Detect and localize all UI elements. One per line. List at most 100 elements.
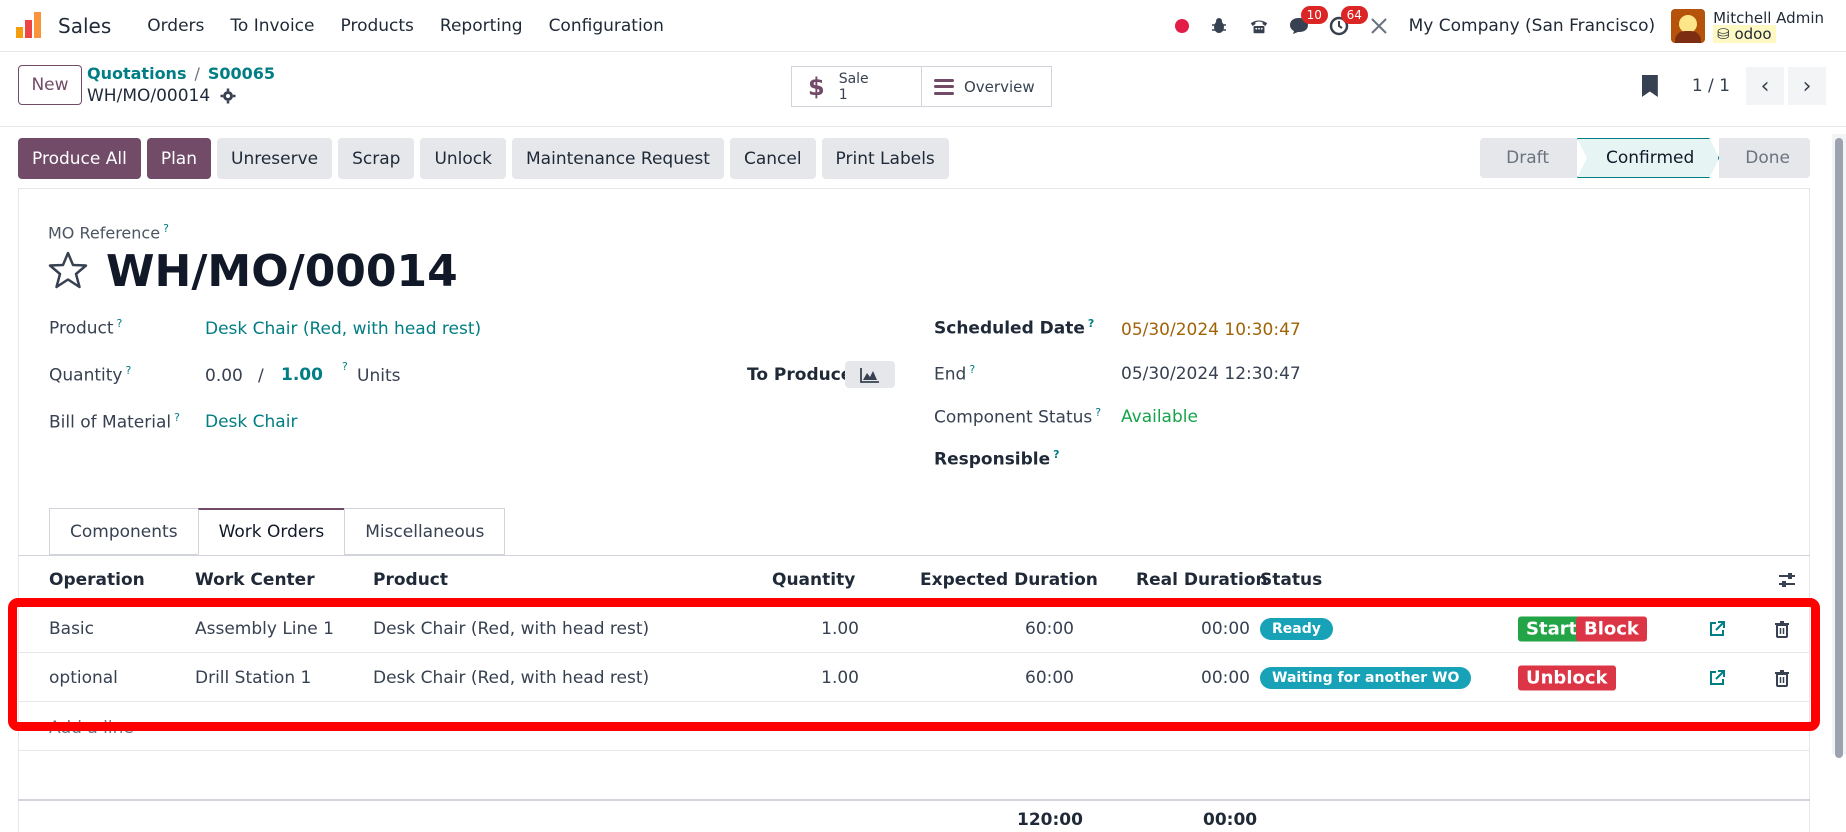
- star-icon[interactable]: [48, 250, 88, 290]
- bom-label: Bill of Material?: [49, 411, 180, 433]
- breadcrumb-order[interactable]: S00065: [208, 64, 275, 83]
- table-row[interactable]: optional Drill Station 1 Desk Chair (Red…: [18, 654, 1810, 702]
- bug-icon[interactable]: [1209, 16, 1229, 36]
- product-label: Product?: [49, 317, 123, 339]
- stage-confirmed[interactable]: Confirmed: [1577, 138, 1720, 178]
- stage-draft[interactable]: Draft: [1480, 138, 1577, 178]
- row-expected-duration: 60:00: [1025, 667, 1074, 688]
- cancel-button[interactable]: Cancel: [729, 138, 816, 179]
- print-labels-button[interactable]: Print Labels: [821, 138, 949, 179]
- scrollbar[interactable]: [1832, 134, 1846, 758]
- app-name[interactable]: Sales: [58, 14, 111, 38]
- sales-app-icon: [16, 11, 44, 40]
- breadcrumb: Quotations / S00065: [87, 64, 276, 83]
- totals-divider: [18, 799, 1810, 801]
- row-product: Desk Chair (Red, with head rest): [373, 667, 650, 688]
- optional-columns-icon[interactable]: [1778, 571, 1796, 589]
- scheduled-date-field[interactable]: 05/30/2024 10:30:47: [1121, 320, 1301, 340]
- record-reference: WH/MO/00014: [87, 86, 211, 106]
- bom-field[interactable]: Desk Chair: [205, 412, 297, 432]
- forecast-chart-button[interactable]: [845, 361, 895, 388]
- menu-configuration[interactable]: Configuration: [549, 16, 664, 36]
- table-row[interactable]: Basic Assembly Line 1 Desk Chair (Red, w…: [18, 605, 1810, 653]
- pager-previous-button[interactable]: ‹: [1746, 67, 1784, 105]
- menu-orders[interactable]: Orders: [147, 16, 204, 36]
- messages-icon[interactable]: 10: [1289, 6, 1328, 36]
- column-quantity[interactable]: Quantity: [772, 570, 855, 590]
- end-label: End?: [934, 363, 976, 385]
- sale-smart-button[interactable]: $ Sale 1: [792, 67, 922, 106]
- quantity-label: Quantity?: [49, 364, 132, 386]
- column-work-center[interactable]: Work Center: [195, 570, 315, 590]
- tools-icon[interactable]: [1369, 16, 1389, 36]
- row-quantity: 1.00: [821, 667, 859, 688]
- row-work-center: Drill Station 1: [195, 667, 312, 688]
- top-navbar: Sales Orders To Invoice Products Reporti…: [0, 0, 1846, 52]
- database-name: ⛁ odoo: [1713, 25, 1776, 43]
- pager-next-button[interactable]: ›: [1788, 67, 1826, 105]
- sale-label: Sale: [838, 70, 869, 87]
- pager-value[interactable]: 1 / 1: [1692, 76, 1730, 96]
- end-date-field[interactable]: 05/30/2024 12:30:47: [1121, 364, 1301, 384]
- page-title: WH/MO/00014: [106, 246, 458, 297]
- overview-smart-button[interactable]: Overview: [922, 67, 1035, 106]
- row-operation: optional: [49, 667, 118, 688]
- bookmark-icon[interactable]: [1641, 75, 1658, 97]
- activities-icon[interactable]: 64: [1329, 6, 1368, 36]
- column-expected-duration[interactable]: Expected Duration: [920, 570, 1098, 590]
- open-record-icon[interactable]: [1708, 620, 1726, 638]
- menu-to-invoice[interactable]: To Invoice: [230, 16, 314, 36]
- systray: 10 64 My Company (San Francisco) Mitchel…: [1174, 0, 1846, 52]
- product-field[interactable]: Desk Chair (Red, with head rest): [205, 319, 481, 339]
- quantity-produced[interactable]: 0.00: [205, 366, 243, 386]
- tab-components[interactable]: Components: [49, 508, 198, 555]
- trash-icon[interactable]: [1773, 669, 1791, 687]
- block-button[interactable]: Block: [1576, 616, 1647, 641]
- stage-done[interactable]: Done: [1719, 138, 1810, 178]
- unlock-button[interactable]: Unlock: [420, 138, 507, 179]
- maintenance-request-button[interactable]: Maintenance Request: [512, 138, 724, 179]
- unreserve-button[interactable]: Unreserve: [217, 138, 333, 179]
- to-produce-label: To Produce: [747, 365, 853, 385]
- quantity-total-field[interactable]: 1.00: [281, 365, 323, 385]
- total-real-duration: 00:00: [1203, 810, 1258, 830]
- uom-field[interactable]: Units: [357, 366, 400, 386]
- user-avatar[interactable]: [1671, 9, 1706, 43]
- activities-badge: 64: [1340, 6, 1368, 24]
- brand[interactable]: Sales: [16, 11, 147, 40]
- menu-products[interactable]: Products: [341, 16, 414, 36]
- user-menu[interactable]: Mitchell Admin ⛁ odoo: [1713, 10, 1824, 43]
- column-operation[interactable]: Operation: [49, 570, 145, 590]
- tab-miscellaneous[interactable]: Miscellaneous: [344, 508, 506, 555]
- row-real-duration: 00:00: [1201, 667, 1250, 688]
- phone-icon[interactable]: [1249, 16, 1269, 36]
- scrap-button[interactable]: Scrap: [338, 138, 415, 179]
- column-status[interactable]: Status: [1260, 570, 1322, 590]
- column-real-duration[interactable]: Real Duration: [1136, 570, 1268, 590]
- trash-icon[interactable]: [1773, 620, 1791, 638]
- gear-icon[interactable]: [220, 88, 236, 104]
- open-record-icon[interactable]: [1708, 669, 1726, 687]
- record-name: WH/MO/00014: [87, 86, 236, 106]
- breadcrumb-quotations[interactable]: Quotations: [87, 64, 186, 83]
- row-work-center: Assembly Line 1: [195, 618, 334, 639]
- unblock-button[interactable]: Unblock: [1518, 665, 1616, 690]
- quantity-help: ?: [342, 360, 348, 373]
- company-switcher[interactable]: My Company (San Francisco): [1409, 16, 1655, 36]
- column-product[interactable]: Product: [373, 570, 448, 590]
- add-line-link[interactable]: Add a line: [49, 718, 134, 738]
- main-menu: Orders To Invoice Products Reporting Con…: [147, 16, 664, 36]
- action-buttons: Produce All Plan Unreserve Scrap Unlock …: [18, 138, 949, 179]
- area-chart-icon: [860, 367, 879, 383]
- component-status-value: Available: [1121, 407, 1198, 427]
- list-icon: [934, 78, 954, 95]
- new-button[interactable]: New: [18, 65, 82, 105]
- scrollbar-thumb[interactable]: [1835, 138, 1843, 758]
- mo-reference-label: MO Reference?: [48, 222, 169, 243]
- recording-indicator-icon[interactable]: [1174, 19, 1189, 33]
- menu-reporting[interactable]: Reporting: [440, 16, 523, 36]
- tab-work-orders[interactable]: Work Orders: [197, 508, 345, 555]
- plan-button[interactable]: Plan: [146, 138, 211, 179]
- dollar-icon: $: [808, 72, 825, 101]
- produce-all-button[interactable]: Produce All: [18, 138, 141, 179]
